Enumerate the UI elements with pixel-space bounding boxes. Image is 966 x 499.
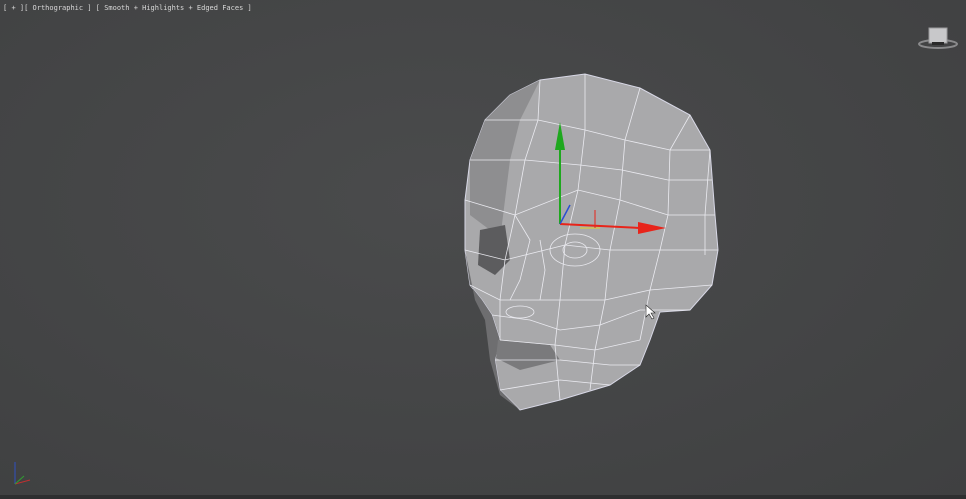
scene-canvas[interactable] <box>0 0 966 495</box>
viewcube-icon[interactable] <box>918 26 958 50</box>
viewport-bottom-border <box>0 495 966 499</box>
viewport-perspective[interactable]: [ + ][ Orthographic ] [ Smooth + Highlig… <box>0 0 966 495</box>
head-mesh[interactable] <box>464 73 719 411</box>
axis-tripod-icon <box>14 462 31 485</box>
